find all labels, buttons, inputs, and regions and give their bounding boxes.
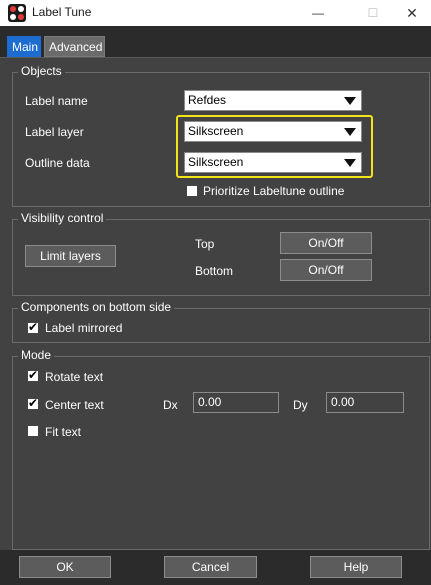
visibility-group: Visibility control Limit layers Top On/O… (12, 211, 430, 296)
main-panel: Objects Label name Refdes Label layer Si… (0, 57, 431, 550)
chevron-down-icon (344, 97, 356, 105)
minimize-button[interactable]: — (295, 0, 341, 26)
top-label: Top (195, 237, 215, 251)
outline-data-label: Outline data (25, 156, 90, 170)
chevron-down-icon (344, 159, 356, 167)
checkmark-icon: ✔ (28, 368, 39, 382)
cancel-button[interactable]: Cancel (164, 556, 257, 578)
title-bar: Label Tune — ☐ ✕ (0, 0, 431, 26)
fit-text-checkbox[interactable] (27, 425, 39, 437)
label-mirrored-label: Label mirrored (45, 321, 123, 335)
prioritize-checkbox[interactable] (186, 185, 198, 197)
mode-group-title: Mode (18, 348, 55, 362)
limit-layers-button[interactable]: Limit layers (25, 245, 116, 267)
tab-strip: Main Advanced (0, 26, 431, 58)
label-mirrored-checkbox[interactable]: ✔ (27, 320, 39, 334)
label-name-value: Refdes (188, 93, 227, 107)
maximize-button[interactable]: ☐ (350, 0, 396, 26)
visibility-group-title: Visibility control (18, 211, 107, 225)
footer-bar: OK Cancel Help (0, 550, 431, 585)
top-onoff-button[interactable]: On/Off (280, 232, 372, 254)
app-icon (8, 4, 26, 22)
label-layer-value: Silkscreen (188, 124, 244, 138)
dy-label: Dy (293, 398, 308, 412)
outline-data-value: Silkscreen (188, 155, 244, 169)
dx-input[interactable]: 0.00 (193, 392, 279, 413)
dx-label: Dx (163, 398, 178, 412)
tab-main[interactable]: Main (7, 36, 41, 57)
checkmark-icon: ✔ (28, 396, 39, 410)
bottom-onoff-button[interactable]: On/Off (280, 259, 372, 281)
outline-data-select[interactable]: Silkscreen (184, 152, 362, 173)
label-name-label: Label name (25, 94, 88, 108)
mode-group: Mode ✔ Rotate text ✔ Center text Dx 0.00… (12, 348, 430, 550)
tab-advanced[interactable]: Advanced (44, 36, 105, 57)
label-name-select[interactable]: Refdes (184, 90, 362, 111)
center-text-checkbox[interactable]: ✔ (27, 396, 39, 410)
bottom-side-group-title: Components on bottom side (18, 300, 175, 314)
center-text-label: Center text (45, 398, 104, 412)
bottom-side-group: Components on bottom side ✔ Label mirror… (12, 300, 430, 343)
checkmark-icon: ✔ (28, 320, 39, 334)
help-button[interactable]: Help (310, 556, 402, 578)
label-layer-select[interactable]: Silkscreen (184, 121, 362, 142)
bottom-label: Bottom (195, 264, 234, 278)
label-layer-label: Label layer (25, 125, 84, 139)
fit-text-label: Fit text (45, 425, 82, 439)
rotate-text-checkbox[interactable]: ✔ (27, 368, 39, 382)
rotate-text-label: Rotate text (45, 370, 104, 384)
objects-group-title: Objects (18, 64, 65, 78)
window-title: Label Tune (32, 5, 92, 19)
objects-group: Objects Label name Refdes Label layer Si… (12, 64, 430, 207)
chevron-down-icon (344, 128, 356, 136)
prioritize-label: Prioritize Labeltune outline (203, 184, 345, 198)
close-button[interactable]: ✕ (393, 0, 431, 26)
ok-button[interactable]: OK (19, 556, 111, 578)
dy-input[interactable]: 0.00 (326, 392, 404, 413)
